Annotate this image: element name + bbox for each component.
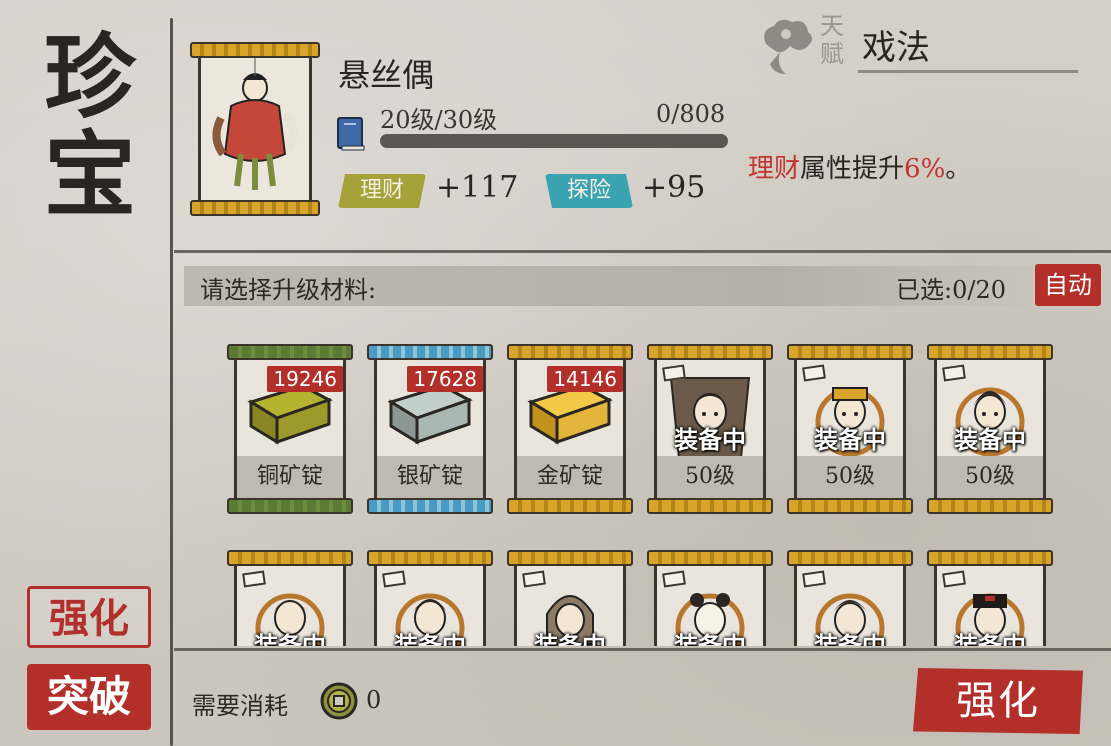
character-card[interactable]: 装备中 50级: [927, 344, 1053, 514]
card-rod: [227, 550, 353, 566]
equipped-status: 装备中: [954, 425, 1026, 454]
talent-label: 天赋: [820, 12, 844, 68]
breakthrough-tab-button[interactable]: 突破: [27, 664, 151, 730]
page-title: 珍宝: [43, 23, 136, 229]
talent-name: 戏法: [862, 28, 930, 68]
item-count: 19246: [267, 366, 343, 392]
item-exp: 0/808: [656, 100, 726, 128]
talent-desc-end: 。: [945, 154, 972, 184]
equipped-status: 装备中: [954, 631, 1026, 646]
card-rod: [367, 498, 493, 514]
material-grid: 19246 铜矿锭 17628 银矿锭 14146 金矿锭 装备中 50级 装备…: [174, 320, 1111, 646]
stat-value-wealth: +117: [436, 170, 519, 205]
talent-desc-text: 属性提升: [800, 154, 905, 184]
material-card-copper[interactable]: 19246 铜矿锭: [227, 344, 353, 514]
card-rod: [787, 498, 913, 514]
character-card[interactable]: 装备中 50级: [647, 344, 773, 514]
header-divider: [174, 250, 1111, 253]
stat-tag-wealth: 理财: [338, 174, 426, 208]
card-label: 银矿锭: [374, 456, 486, 498]
card-rod: [647, 344, 773, 360]
card-rod: [787, 344, 913, 360]
exp-progress-bar: [380, 134, 728, 148]
item-level: 20级/30级: [380, 106, 498, 134]
character-card[interactable]: 装备中 50级: [787, 344, 913, 514]
strengthen-button[interactable]: 强化: [913, 668, 1083, 734]
talent-underline: [858, 70, 1078, 73]
equipped-status: 装备中: [534, 631, 606, 646]
talent-description: 理财属性提升6%。: [748, 148, 971, 185]
character-card[interactable]: 装备中: [367, 550, 493, 646]
equipped-status: 装备中: [254, 631, 326, 646]
footer-divider: [174, 648, 1111, 651]
talent-desc-stat: 理财: [748, 154, 801, 184]
character-card[interactable]: 装备中: [647, 550, 773, 646]
card-rod: [227, 344, 353, 360]
card-label: 50级: [794, 456, 906, 498]
talent-desc-percent: 6%: [904, 154, 946, 184]
material-prompt: 请选择升级材料:: [200, 276, 377, 304]
card-rod: [927, 498, 1053, 514]
auto-select-button[interactable]: 自动: [1035, 264, 1101, 306]
card-label: 铜矿锭: [234, 456, 346, 498]
cloud-icon: [756, 14, 818, 78]
item-name: 悬丝偶: [338, 56, 435, 94]
stat-tag-explore: 探险: [545, 174, 633, 208]
equipped-status: 装备中: [814, 631, 886, 646]
card-rod: [507, 498, 633, 514]
card-rod: [927, 344, 1053, 360]
book-icon: [334, 116, 368, 152]
coin-icon: [320, 682, 358, 720]
item-portrait: [190, 42, 320, 216]
card-rod: [647, 498, 773, 514]
card-label: 50级: [654, 456, 766, 498]
material-card-silver[interactable]: 17628 银矿锭: [367, 344, 493, 514]
item-count: 14146: [547, 366, 623, 392]
stat-value-explore: +95: [642, 170, 706, 205]
card-rod: [227, 498, 353, 514]
equipped-status: 装备中: [814, 425, 886, 454]
equipped-status: 装备中: [394, 631, 466, 646]
card-label: 金矿锭: [514, 456, 626, 498]
material-selected-count: 已选:0/20: [896, 276, 1006, 304]
cost-label: 需要消耗: [192, 692, 288, 720]
material-card-gold[interactable]: 14146 金矿锭: [507, 344, 633, 514]
character-card[interactable]: 装备中: [927, 550, 1053, 646]
character-card[interactable]: 装备中: [227, 550, 353, 646]
card-rod: [367, 550, 493, 566]
strengthen-tab-button[interactable]: 强化: [27, 586, 151, 648]
card-rod: [507, 550, 633, 566]
card-rod: [787, 550, 913, 566]
character-card[interactable]: 装备中: [507, 550, 633, 646]
item-count: 17628: [407, 366, 483, 392]
card-rod: [507, 344, 633, 360]
puppet-image: [198, 58, 312, 200]
card-rod: [367, 344, 493, 360]
card-rod: [927, 550, 1053, 566]
scroll-rod-top: [190, 42, 320, 58]
card-rod: [647, 550, 773, 566]
equipped-status: 装备中: [674, 425, 746, 454]
cost-value: 0: [366, 686, 382, 714]
card-label: 50级: [934, 456, 1046, 498]
left-column: 珍宝 强化 突破: [0, 0, 172, 746]
vertical-divider: [170, 18, 173, 746]
scroll-rod-bottom: [190, 200, 320, 216]
equipped-status: 装备中: [674, 631, 746, 646]
character-card[interactable]: 装备中: [787, 550, 913, 646]
